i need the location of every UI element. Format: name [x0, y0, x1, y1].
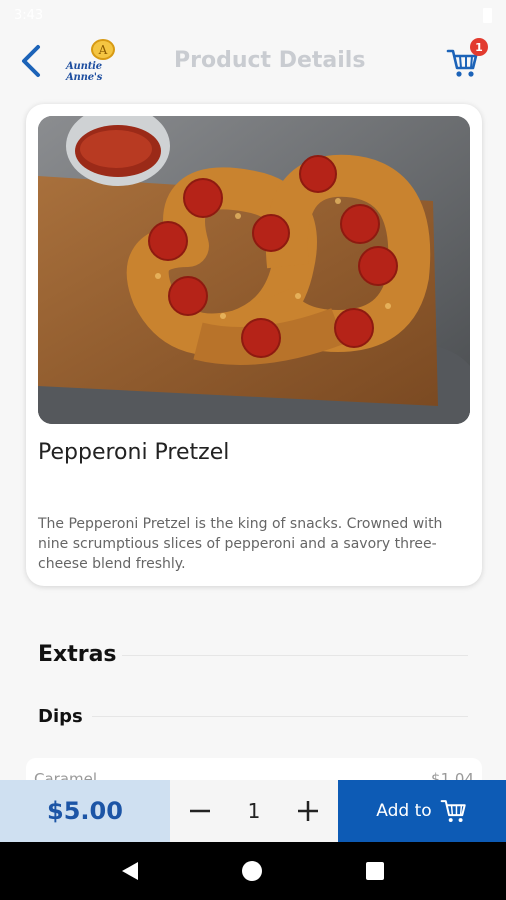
increase-quantity-button[interactable] [290, 793, 326, 829]
add-to-cart-button[interactable]: Add to [338, 780, 506, 842]
status-bar: 3:43 [0, 0, 506, 30]
page-title: Product Details [174, 48, 366, 73]
quantity-value: 1 [247, 799, 261, 823]
product-card: Pepperoni Pretzel The Pepperoni Pretzel … [26, 104, 482, 586]
logo-text: Auntie Anne's [66, 61, 103, 83]
back-button[interactable] [20, 41, 56, 81]
cart-count-badge: 1 [470, 38, 488, 56]
brand-logo: A Auntie Anne's [66, 39, 140, 83]
extras-divider [122, 655, 468, 656]
total-price: $5.00 [0, 780, 170, 842]
battery-icon [483, 7, 492, 23]
logo-seal-icon: A [91, 39, 115, 60]
status-time: 3:43 [14, 7, 44, 23]
dips-heading: Dips [38, 706, 83, 727]
nav-home-icon[interactable] [242, 861, 262, 881]
chevron-left-icon [22, 45, 40, 77]
extras-heading: Extras [38, 642, 117, 667]
product-description: The Pepperoni Pretzel is the king of sna… [38, 516, 443, 572]
product-name: Pepperoni Pretzel [38, 440, 230, 465]
cart-icon [440, 800, 466, 823]
app-header: A Auntie Anne's Product Details 1 [0, 30, 506, 92]
pretzel-photo [38, 116, 470, 424]
dips-divider [92, 716, 468, 717]
plus-icon [297, 801, 318, 821]
system-nav-bar [0, 842, 506, 900]
decrease-quantity-button[interactable] [182, 793, 218, 829]
add-to-cart-label: Add to [376, 801, 432, 821]
cart-button[interactable]: 1 [446, 38, 488, 82]
nav-back-icon[interactable] [122, 862, 138, 880]
product-image [38, 116, 470, 424]
bottom-action-bar: $5.00 1 Add to [0, 780, 506, 842]
nav-recents-icon[interactable] [366, 862, 384, 880]
minus-icon [190, 809, 210, 813]
quantity-stepper: 1 [170, 780, 338, 842]
